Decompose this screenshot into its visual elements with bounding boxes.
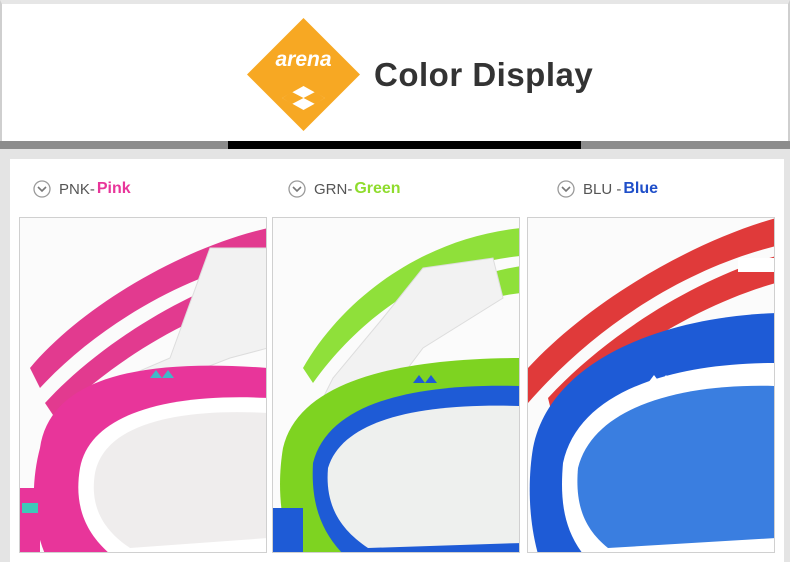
chevron-down-circle-icon <box>557 180 575 198</box>
product-photo-pink[interactable] <box>19 217 267 553</box>
variant-label-pink: PNK- Pink <box>33 178 131 200</box>
goggles-blue-image <box>528 218 774 552</box>
goggles-pink-image <box>20 218 266 552</box>
product-photo-green[interactable] <box>272 217 520 553</box>
chevron-down-circle-icon <box>33 180 51 198</box>
variant-name: Blue <box>623 180 659 197</box>
svg-text:arena: arena <box>275 48 331 71</box>
chevron-down-circle-icon <box>288 180 306 198</box>
variant-label-blue: BLU - Blue <box>557 178 658 200</box>
page-title: Color Display <box>374 56 594 93</box>
variant-code: PNK- <box>59 180 95 198</box>
variant-name: Pink <box>96 180 131 197</box>
product-photo-blue[interactable] <box>527 217 775 553</box>
variant-code: BLU - <box>583 180 622 198</box>
divider-highlight <box>228 141 581 149</box>
variant-label-green: GRN- Green <box>288 178 401 200</box>
variant-code: GRN- <box>314 180 353 198</box>
arena-logo: arena <box>247 18 360 131</box>
variant-name: Green <box>354 180 401 197</box>
header: arena Color Display <box>0 0 790 142</box>
goggles-green-image <box>273 218 519 552</box>
